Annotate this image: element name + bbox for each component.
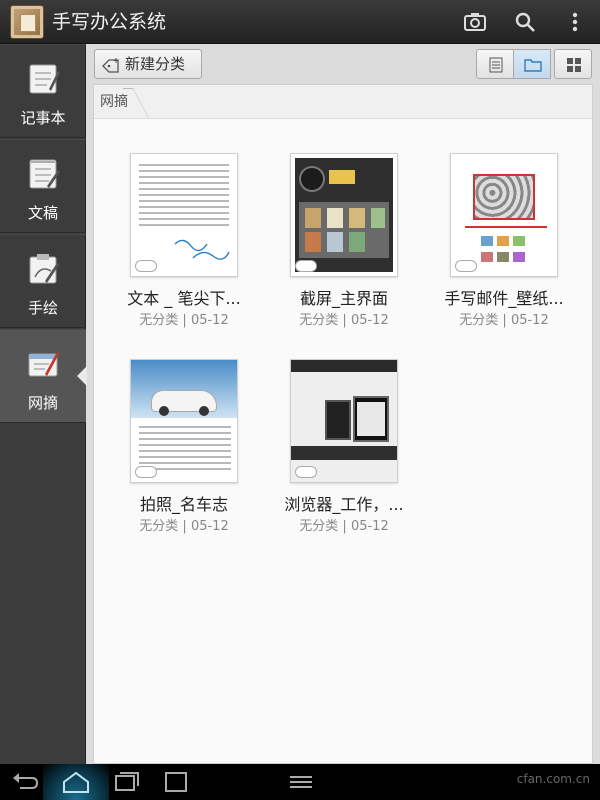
app-title: 手写办公系统 (52, 11, 167, 33)
note-meta: 无分类 | 05-12 (459, 313, 549, 328)
title-bar: 手写办公系统 (0, 0, 600, 44)
note-meta: 无分类 | 05-12 (299, 519, 389, 534)
cloud-sync-icon (295, 466, 317, 478)
active-indicator (77, 366, 87, 386)
sidebar-item-label: 记事本 (20, 109, 66, 127)
home-icon[interactable] (61, 770, 91, 794)
add-tag-icon (101, 56, 121, 74)
note-meta: 无分类 | 05-12 (299, 313, 389, 328)
note-thumbnail[interactable] (450, 153, 558, 277)
note-title: 手写邮件_壁纸... (444, 289, 564, 308)
breadcrumb-item[interactable]: 网摘 (100, 85, 146, 119)
note-card[interactable]: 手写邮件_壁纸... 无分类 | 05-12 (434, 153, 574, 353)
note-thumbnail[interactable] (130, 153, 238, 277)
note-card[interactable]: 浏览器_工作，... 无分类 | 05-12 (274, 359, 414, 559)
cloud-sync-icon (295, 260, 317, 272)
recent-apps-icon[interactable] (112, 770, 142, 794)
breadcrumb: 网摘 (94, 85, 592, 119)
new-category-label: 新建分类 (125, 55, 186, 73)
sidebar-item-draft[interactable]: 文稿 (0, 139, 86, 233)
toolbar: 新建分类 (86, 44, 600, 84)
screenshot-icon[interactable] (162, 770, 192, 794)
note-title: 文本 _ 笔尖下... (127, 289, 241, 308)
new-category-button[interactable]: 新建分类 (94, 49, 202, 79)
note-card[interactable]: 拍照_名车志 无分类 | 05-12 (114, 359, 254, 559)
note-thumbnail[interactable] (130, 359, 238, 483)
note-title: 截屏_主界面 (299, 289, 388, 308)
sidebar-item-drawing[interactable]: 手绘 (0, 234, 86, 328)
cloud-sync-icon (455, 260, 477, 272)
note-title: 拍照_名车志 (139, 495, 228, 514)
web-clip-icon (25, 346, 61, 382)
sidebar-item-label: 文稿 (27, 204, 58, 222)
note-meta: 无分类 | 05-12 (139, 519, 229, 534)
note-thumbnail[interactable] (290, 153, 398, 277)
overflow-menu-icon[interactable] (561, 8, 589, 36)
drawing-icon (25, 251, 61, 287)
cloud-sync-icon (135, 466, 157, 478)
grid-view-icon (567, 58, 581, 72)
note-card[interactable]: 文本 _ 笔尖下... 无分类 | 05-12 (114, 153, 254, 353)
back-icon[interactable] (10, 770, 40, 794)
note-meta: 无分类 | 05-12 (139, 313, 229, 328)
sidebar-item-label: 网摘 (27, 394, 58, 412)
notebook-icon (25, 61, 61, 97)
cloud-sync-icon (135, 260, 157, 272)
list-view-icon (489, 57, 503, 73)
sidebar-item-webclip[interactable]: 网摘 (0, 329, 87, 423)
note-title: 浏览器_工作，... (284, 495, 404, 514)
grid-view-button[interactable] (554, 49, 592, 79)
content-panel: 网摘 文本 _ 笔尖下... 无分类 | 05-12 截屏_主界面 无分类 | … (93, 84, 593, 764)
note-thumbnail[interactable] (290, 359, 398, 483)
list-view-button[interactable] (476, 49, 514, 79)
document-icon (25, 156, 61, 192)
search-icon[interactable] (511, 8, 539, 36)
watermark: cfan.com.cn (516, 772, 590, 786)
sidebar-item-notebook[interactable]: 记事本 (0, 44, 86, 138)
sidebar: 记事本 文稿 手绘 网摘 (0, 44, 87, 764)
sidebar-item-label: 手绘 (27, 299, 58, 317)
menu-icon[interactable] (286, 770, 316, 794)
folder-view-icon (524, 59, 542, 72)
camera-icon[interactable] (461, 8, 489, 36)
note-card[interactable]: 截屏_主界面 无分类 | 05-12 (274, 153, 414, 353)
folder-view-button[interactable] (513, 49, 551, 79)
app-logo-icon[interactable] (10, 5, 44, 39)
